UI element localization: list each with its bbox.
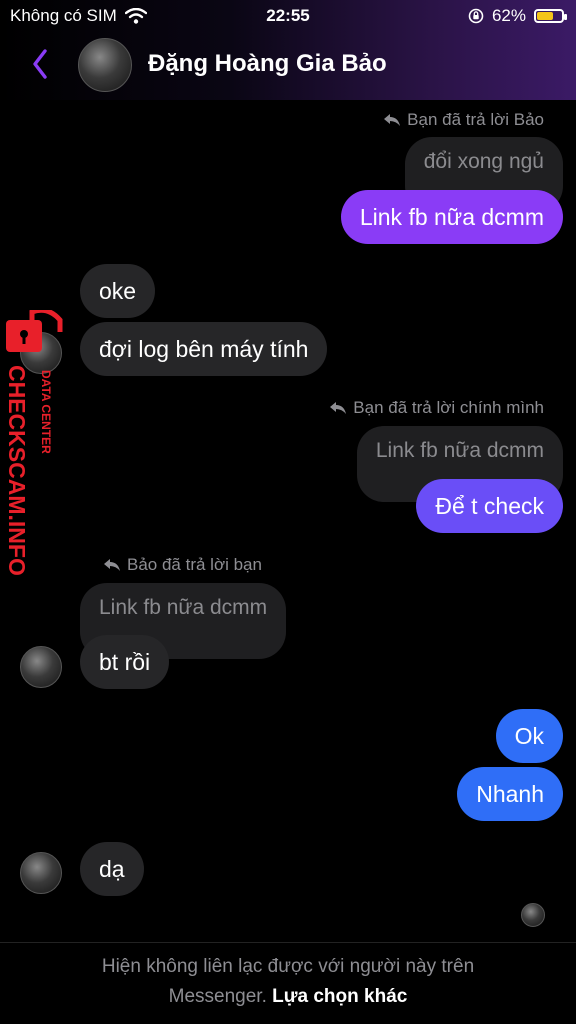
outgoing-message[interactable]: Để t check [416,479,563,533]
reply-icon [330,402,347,414]
battery-percent: 62% [491,6,526,25]
watermark-logo: CHECKSCAM.INFO DATA CENTER [4,310,63,576]
contact-avatar-small [20,646,62,688]
reply-label-1: Bạn đã trả lời Bảo [383,110,544,130]
contact-avatar[interactable] [78,38,132,92]
back-button[interactable] [22,46,58,82]
chevron-left-icon [33,49,47,79]
other-options-link[interactable]: Lựa chọn khác [272,986,407,1007]
contact-avatar-small [20,852,62,894]
incoming-message[interactable]: đợi log bên máy tính [80,322,328,376]
reply-icon [384,114,401,126]
outgoing-message[interactable]: Nhanh [457,767,563,821]
outgoing-message[interactable]: Ok [495,709,563,763]
rotation-lock-icon [468,8,484,24]
unavailable-notice: Hiện không liên lạc được với người này t… [0,952,576,1012]
footer-divider [0,942,576,943]
reply-label-3: Bảo đã trả lời bạn [103,555,262,575]
watermark-brand: CHECKSCAM.INFO [4,365,30,576]
notice-line-1: Hiện không liên lạc được với người này t… [101,956,475,977]
incoming-message[interactable]: bt rồi [80,635,170,689]
watermark-tagline: DATA CENTER [39,370,53,454]
contact-name[interactable]: Đặng Hoàng Gia Bảo [148,50,387,78]
incoming-message[interactable]: dạ [80,842,144,896]
read-receipt-avatar [521,903,545,927]
battery-fill [537,12,554,20]
notice-text: Messenger. [168,986,267,1007]
outgoing-message[interactable]: Link fb nữa dcmm [340,190,563,244]
incoming-message[interactable]: oke [80,264,156,318]
reply-label-2: Bạn đã trả lời chính mình [329,398,544,418]
notice-line-2: Messenger. Lựa chọn khác [0,982,576,1012]
battery-icon [534,9,567,23]
battery-group: 62% [468,6,567,26]
status-bar: Không có SIM 22:55 62% [0,0,576,34]
reply-icon [104,559,120,571]
